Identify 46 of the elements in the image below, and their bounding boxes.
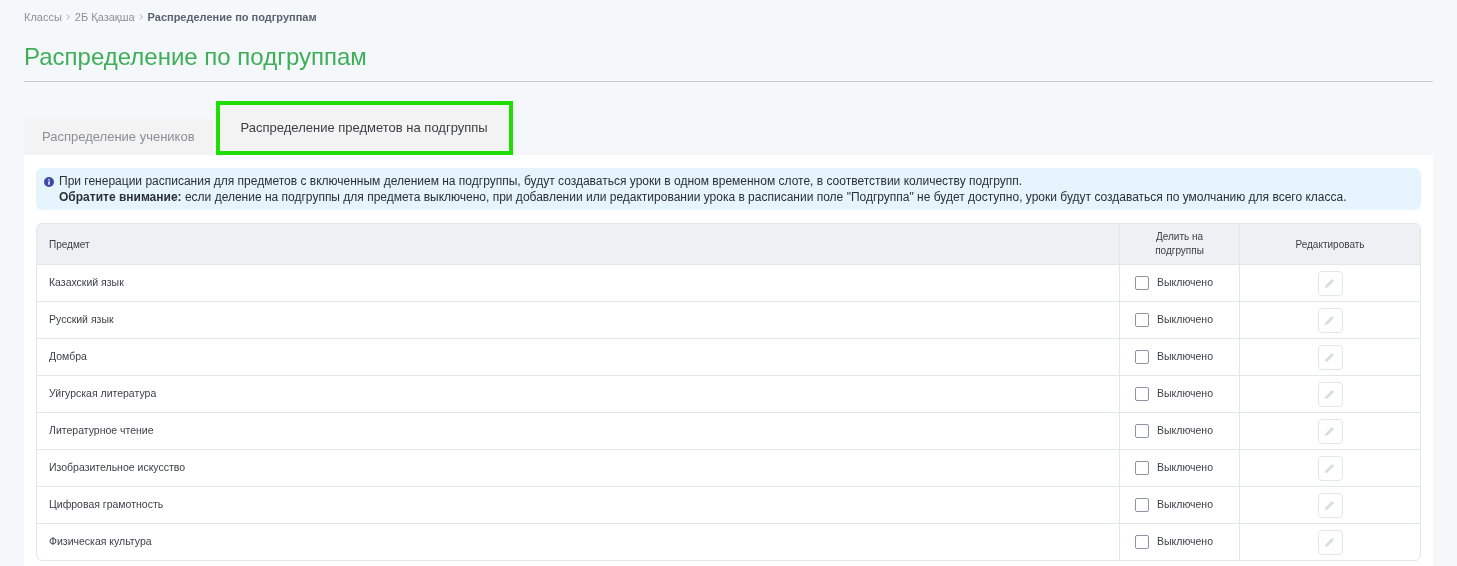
status-label: Выключено bbox=[1157, 275, 1213, 291]
pencil-icon bbox=[1324, 314, 1336, 326]
pencil-icon bbox=[1324, 351, 1336, 363]
breadcrumb-current: Распределение по подгруппам bbox=[147, 9, 317, 25]
info-icon bbox=[44, 177, 54, 187]
checkbox[interactable] bbox=[1135, 313, 1149, 327]
subject-cell: Физическая культура bbox=[49, 534, 152, 550]
checkbox[interactable] bbox=[1135, 276, 1149, 290]
checkbox[interactable] bbox=[1135, 498, 1149, 512]
checkbox[interactable] bbox=[1135, 350, 1149, 364]
column-header: Делить на подгруппы bbox=[1154, 230, 1205, 258]
column-header: Предмет bbox=[49, 237, 90, 252]
status-label: Выключено bbox=[1157, 386, 1213, 402]
breadcrumb-link[interactable]: Классы bbox=[24, 8, 62, 26]
pencil-icon bbox=[1324, 425, 1336, 437]
info-text: При генерации расписания для предметов с включенным делением на подгруппы, будут создаваться уроки в одном временном слоте, в соответствии количеству подгрупп. bbox=[59, 173, 1024, 189]
checkbox[interactable] bbox=[1135, 387, 1149, 401]
checkbox[interactable] bbox=[1135, 424, 1149, 438]
status-label: Выключено bbox=[1157, 497, 1213, 513]
subject-cell: Изобразительное искусство bbox=[49, 460, 186, 476]
subject-cell: Домбра bbox=[49, 349, 87, 365]
status-label: Выключено bbox=[1157, 460, 1213, 476]
status-label: Выключено bbox=[1157, 312, 1213, 328]
chevron-icon bbox=[138, 13, 144, 21]
subject-cell: Уйгурская литература bbox=[49, 386, 157, 402]
pencil-icon bbox=[1324, 536, 1336, 548]
subject-cell: Литературное чтение bbox=[49, 423, 154, 439]
checkbox[interactable] bbox=[1135, 461, 1149, 475]
pencil-icon bbox=[1324, 277, 1336, 289]
status-label: Выключено bbox=[1157, 534, 1213, 550]
pencil-icon bbox=[1324, 499, 1336, 511]
status-label: Выключено bbox=[1157, 423, 1213, 439]
subject-cell: Казахский язык bbox=[49, 275, 124, 291]
chevron-icon bbox=[65, 13, 71, 21]
tab[interactable]: Распределение предметов на подгруппы bbox=[215, 101, 513, 155]
subject-cell: Русский язык bbox=[49, 312, 114, 328]
pencil-icon bbox=[1324, 388, 1336, 400]
subject-cell: Цифровая грамотность bbox=[49, 497, 164, 513]
tab[interactable]: Распределение учеников bbox=[24, 119, 213, 155]
column-header: Редактировать bbox=[1295, 237, 1365, 252]
checkbox[interactable] bbox=[1135, 535, 1149, 549]
breadcrumb-link[interactable]: 2Б Қазақша bbox=[74, 8, 135, 26]
pencil-icon bbox=[1324, 462, 1336, 474]
info-text: Обратите внимание: если деление на подгруппы для предмета выключено, при добавлении или редактировании урока в расписании поле "Подгруппа" не будет доступно, уроки будут создаваться по умолчанию для всего класса. bbox=[59, 189, 1347, 205]
status-label: Выключено bbox=[1157, 349, 1213, 365]
page-title: Распределение по подгруппам bbox=[24, 42, 368, 72]
